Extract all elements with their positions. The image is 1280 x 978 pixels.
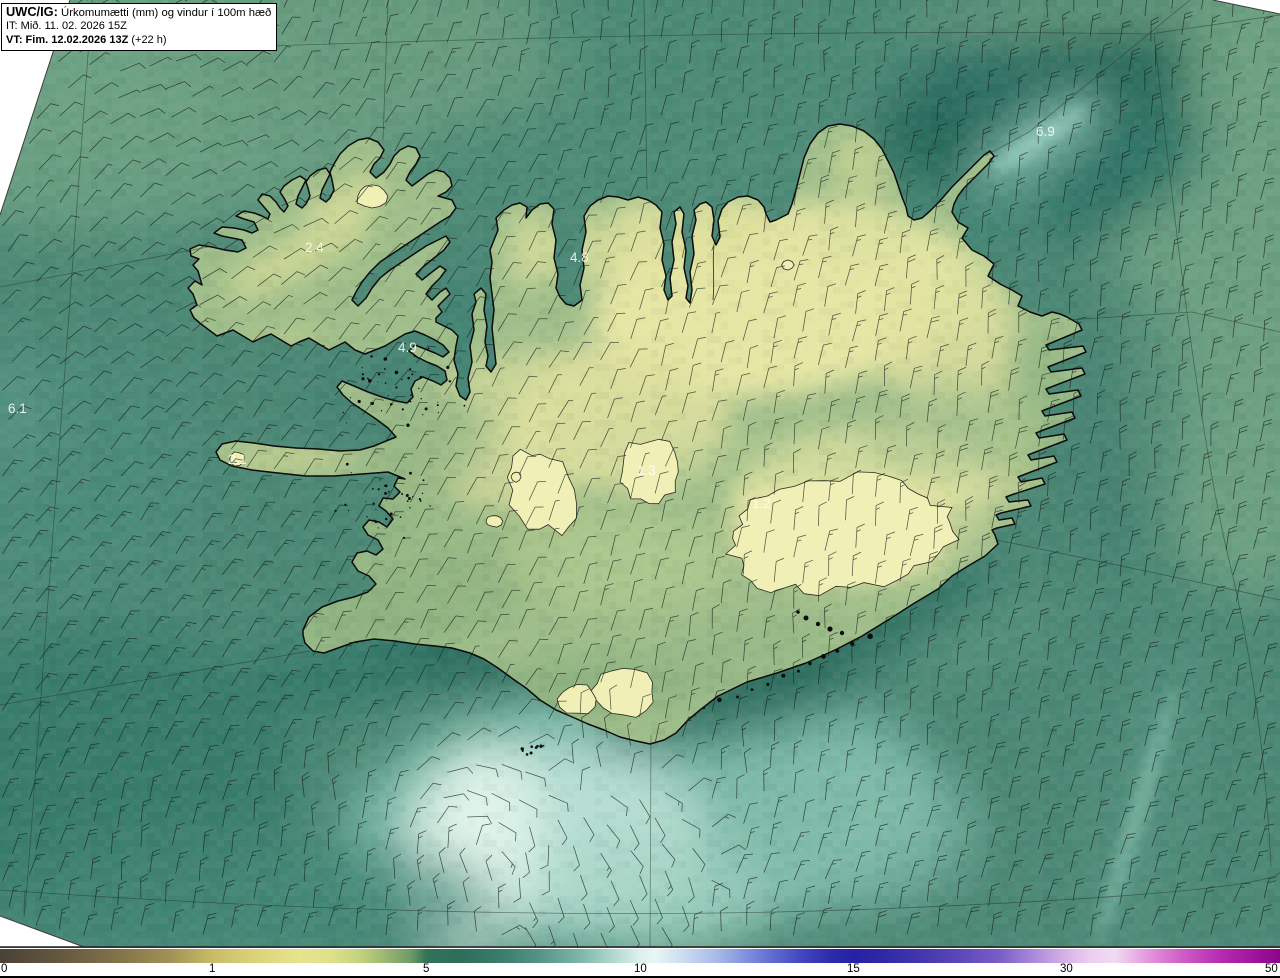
svg-text:4.8: 4.8 <box>570 250 589 265</box>
svg-text:2.1: 2.1 <box>228 452 247 467</box>
svg-text:2.4: 2.4 <box>305 240 324 255</box>
svg-text:1.2: 1.2 <box>752 496 771 511</box>
svg-text:6.1: 6.1 <box>8 401 27 416</box>
svg-text:6.9: 6.9 <box>1036 124 1055 139</box>
svg-text:1.3: 1.3 <box>637 463 656 478</box>
svg-text:4.9: 4.9 <box>398 340 417 355</box>
